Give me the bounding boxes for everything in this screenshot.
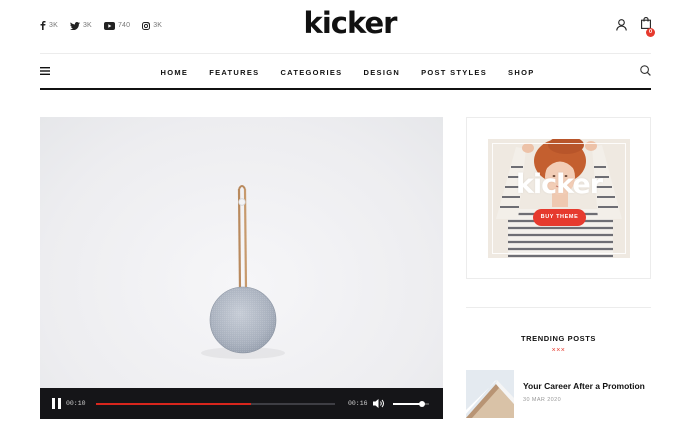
ad-logo: kicker — [515, 169, 603, 200]
current-time: 00:10 — [66, 400, 86, 407]
volume-knob[interactable] — [418, 401, 425, 407]
ad-banner[interactable]: kicker BUY THEME — [488, 139, 630, 258]
sidebar-divider — [466, 307, 651, 308]
trending-title: TRENDING POSTS — [520, 334, 597, 343]
progress-bar[interactable] — [96, 403, 335, 405]
volume-icon[interactable] — [373, 398, 385, 409]
main-nav: HOME FEATURES CATEGORIES DESIGN POST STY… — [40, 62, 651, 82]
nav-post-styles[interactable]: POST STYLES — [421, 68, 487, 77]
buy-theme-button[interactable]: BUY THEME — [533, 209, 586, 226]
nav-divider — [40, 88, 651, 90]
volume-slider[interactable] — [393, 401, 429, 407]
site-logo[interactable]: kicker — [0, 6, 700, 40]
user-icon[interactable] — [616, 19, 627, 31]
volume-fill — [393, 403, 422, 405]
trending-post-title[interactable]: Your Career After a Promotion — [523, 381, 645, 391]
video-player[interactable]: 00:10 00:16 — [40, 117, 443, 419]
building-image — [466, 370, 514, 418]
nav-links: HOME FEATURES CATEGORIES DESIGN POST STY… — [40, 68, 651, 77]
progress-fill — [96, 403, 252, 405]
hanging-speaker-image — [201, 185, 285, 359]
cart-count-badge: 0 — [646, 28, 655, 37]
nav-home[interactable]: HOME — [160, 68, 188, 77]
nav-design[interactable]: DESIGN — [364, 68, 401, 77]
duration-time: 00:16 — [348, 400, 368, 407]
header-actions: 0 — [616, 16, 655, 37]
pause-button[interactable] — [52, 398, 61, 409]
header-divider — [40, 53, 651, 54]
nav-shop[interactable]: SHOP — [508, 68, 534, 77]
search-icon[interactable] — [640, 65, 651, 76]
trending-decoration: ××× — [551, 347, 566, 354]
sidebar-ad: kicker BUY THEME — [466, 117, 651, 279]
nav-features[interactable]: FEATURES — [209, 68, 259, 77]
trending-post-thumbnail[interactable] — [466, 370, 514, 418]
video-controls: 00:10 00:16 — [40, 388, 443, 419]
nav-categories[interactable]: CATEGORIES — [280, 68, 342, 77]
cart-button[interactable]: 0 — [641, 16, 655, 37]
trending-post-date: 30 MAR 2020 — [523, 397, 562, 403]
